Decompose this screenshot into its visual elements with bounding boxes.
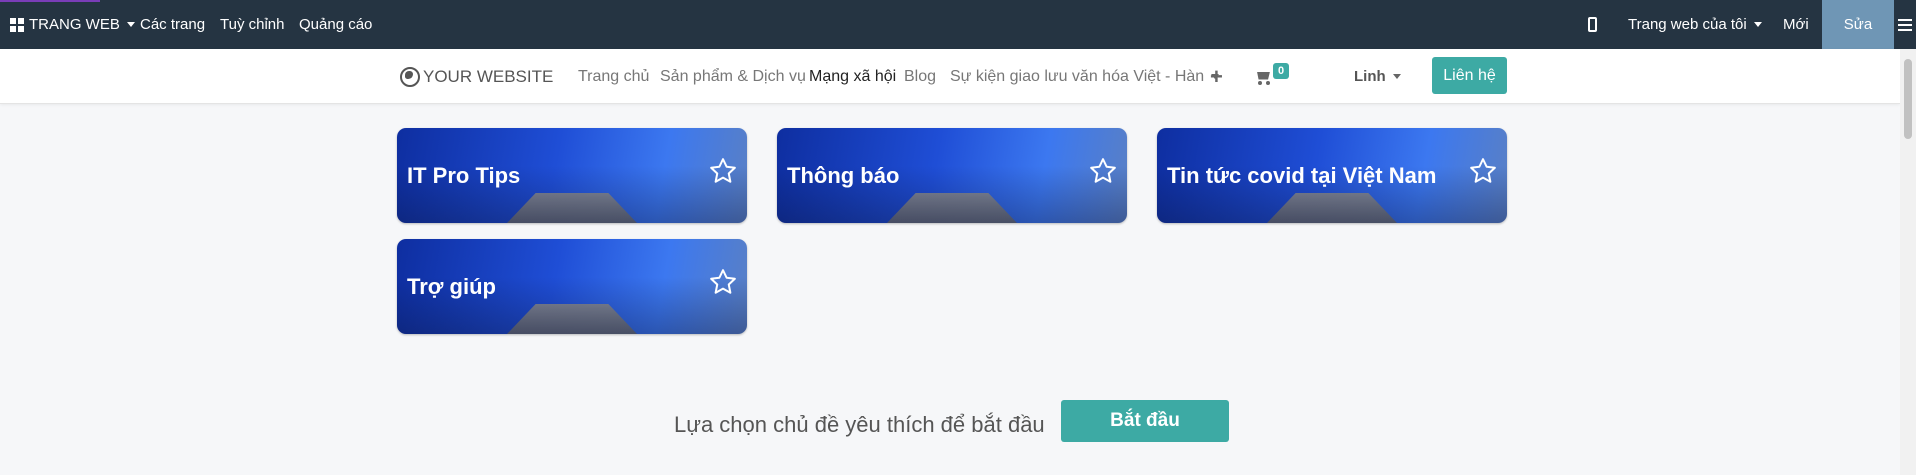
page-scrollbar[interactable] xyxy=(1900,49,1916,475)
star-icon[interactable] xyxy=(708,267,738,297)
menu-customize[interactable]: Tuỳ chỉnh xyxy=(220,0,284,49)
cart-count-badge: 0 xyxy=(1273,63,1289,79)
new-button[interactable]: Mới xyxy=(1783,0,1809,49)
edit-button[interactable]: Sửa xyxy=(1822,0,1894,49)
nav-item-events-label: Sự kiện giao lưu văn hóa Việt - Hàn xyxy=(950,67,1205,85)
cta-text: Lựa chọn chủ đề yêu thích để bắt đầu xyxy=(674,412,1045,437)
nav-item-home[interactable]: Trang chủ xyxy=(578,49,649,104)
user-name: Linh xyxy=(1354,68,1386,85)
chevron-down-icon xyxy=(1753,22,1762,27)
apps-menu-button[interactable]: TRANG WEB xyxy=(10,0,135,49)
chevron-down-icon xyxy=(126,22,135,27)
cart-button[interactable] xyxy=(1255,49,1271,104)
topic-title: IT Pro Tips xyxy=(407,162,521,188)
menu-promote[interactable]: Quảng cáo xyxy=(299,0,372,49)
start-button[interactable]: Bắt đầu xyxy=(1061,400,1229,442)
mobile-preview-button[interactable] xyxy=(1588,0,1597,49)
star-icon[interactable] xyxy=(1088,156,1118,186)
logo-text: YOUR WEBSITE xyxy=(423,66,554,86)
star-icon[interactable] xyxy=(708,156,738,186)
chevron-down-icon xyxy=(1392,74,1401,79)
topic-title: Trợ giúp xyxy=(407,273,496,299)
scrollbar-thumb[interactable] xyxy=(1904,59,1912,139)
apps-grid-icon xyxy=(10,17,24,32)
nav-item-social[interactable]: Mạng xã hội xyxy=(809,49,896,104)
topic-card[interactable]: Thông báo xyxy=(777,128,1127,223)
website-selector[interactable]: Trang web của tôi xyxy=(1628,0,1762,49)
phone-icon xyxy=(1588,17,1597,32)
menu-pages[interactable]: Các trang xyxy=(140,0,205,49)
topic-card[interactable]: Trợ giúp xyxy=(397,239,747,334)
topic-title: Tin tức covid tại Việt Nam xyxy=(1167,162,1437,188)
site-logo[interactable]: YOUR WEBSITE xyxy=(400,49,553,104)
topic-card[interactable]: IT Pro Tips xyxy=(397,128,747,223)
nav-item-blog[interactable]: Blog xyxy=(904,49,936,104)
hamburger-menu-icon[interactable] xyxy=(1894,0,1916,49)
star-icon[interactable] xyxy=(1468,156,1498,186)
website-navbar: YOUR WEBSITE Trang chủ Sản phẩm & Dịch v… xyxy=(0,49,1900,104)
app-label: TRANG WEB xyxy=(29,16,120,33)
add-menu-button[interactable]: + xyxy=(1210,49,1223,104)
cart-icon xyxy=(1255,71,1271,85)
user-menu[interactable]: Linh xyxy=(1354,49,1401,104)
topic-title: Thông báo xyxy=(787,162,900,188)
nav-item-events[interactable]: Sự kiện giao lưu văn hóa Việt - Hàn xyxy=(950,49,1220,104)
website-selector-label: Trang web của tôi xyxy=(1628,16,1747,33)
topic-card[interactable]: Tin tức covid tại Việt Nam xyxy=(1157,128,1507,223)
plus-icon: + xyxy=(1210,63,1223,89)
admin-bar: TRANG WEB Các trang Tuỳ chỉnh Quảng cáo … xyxy=(0,0,1916,49)
nav-item-products[interactable]: Sản phẩm & Dịch vụ xyxy=(660,49,806,104)
globe-icon xyxy=(400,66,420,87)
contact-button[interactable]: Liên hệ xyxy=(1432,57,1507,94)
